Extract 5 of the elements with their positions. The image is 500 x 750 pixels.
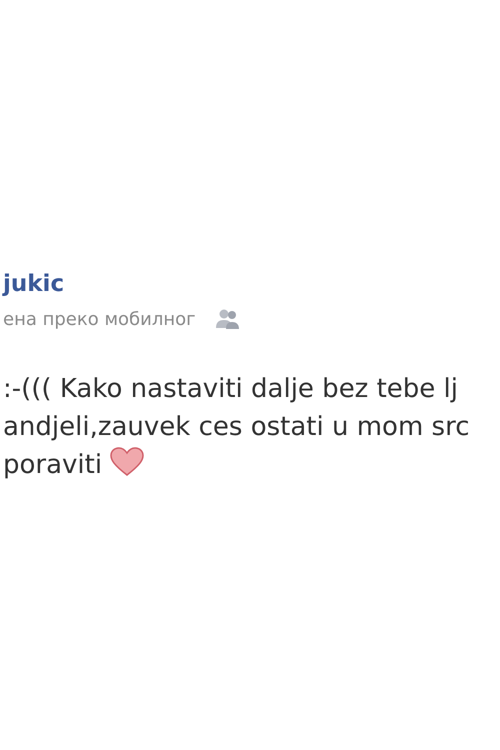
author-name[interactable]: jukic bbox=[3, 268, 500, 300]
heart-icon bbox=[110, 447, 144, 477]
friends-icon bbox=[216, 308, 240, 330]
post-subtitle: ена преко мобилног bbox=[3, 308, 196, 330]
post-message: :-((( Kako nastaviti dalje bez tebe lj andjeli,zauvek ces ostati u mom src poraviti bbox=[3, 373, 471, 482]
